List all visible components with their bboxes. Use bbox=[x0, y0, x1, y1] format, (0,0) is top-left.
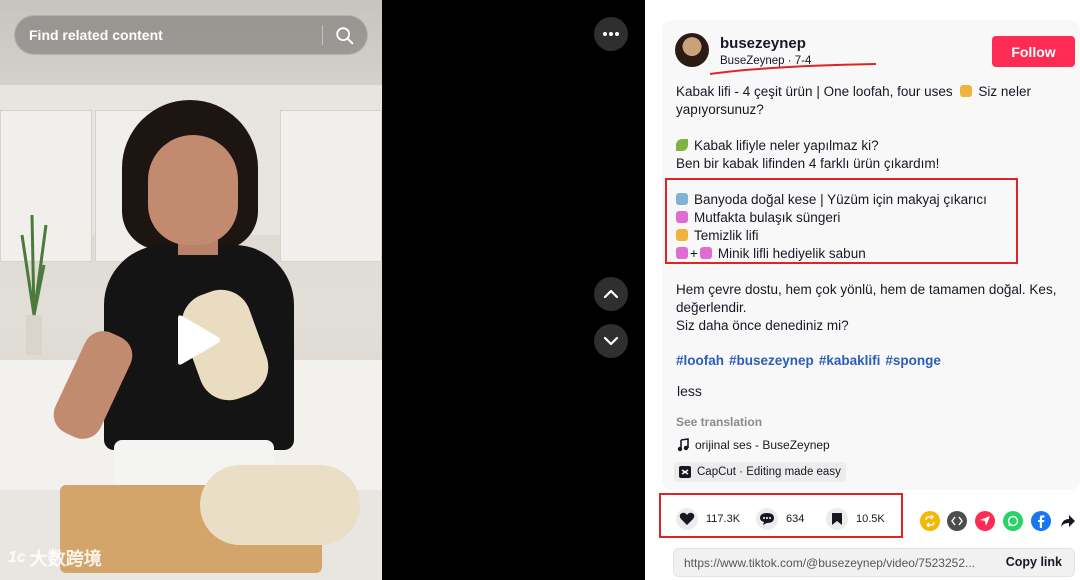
next-video-button[interactable] bbox=[594, 324, 628, 358]
annotation-box-list bbox=[665, 178, 1018, 264]
herb-icon bbox=[676, 139, 688, 151]
share-arrow-icon[interactable] bbox=[1058, 511, 1078, 531]
loofah-on-board bbox=[200, 465, 360, 545]
author-username[interactable]: busezeynep bbox=[720, 35, 806, 52]
search-divider bbox=[322, 25, 323, 45]
hashtag-link[interactable]: #busezeynep bbox=[729, 353, 814, 368]
music-row[interactable]: orijinal ses - BuseZeynep bbox=[677, 438, 830, 452]
description-outro-line2: değerlendir. bbox=[676, 300, 747, 315]
description-outro-line3: Siz daha önce denediniz mi? bbox=[676, 318, 849, 333]
search-input[interactable]: Find related content bbox=[29, 27, 163, 43]
play-icon[interactable] bbox=[172, 314, 222, 366]
capcut-tag[interactable]: CapCut · Editing made easy bbox=[674, 462, 846, 482]
music-label[interactable]: orijinal ses - BuseZeynep bbox=[695, 438, 830, 452]
annotation-box-stats bbox=[659, 493, 903, 538]
kitchen-cabinet bbox=[280, 110, 382, 262]
plant-decoration bbox=[20, 214, 48, 355]
more-options-button[interactable] bbox=[594, 17, 628, 51]
chevron-up-icon bbox=[603, 289, 619, 299]
repost-icon[interactable] bbox=[920, 511, 940, 531]
description-title-line2: yapıyorsunuz? bbox=[676, 102, 764, 117]
description-title: Kabak lifi - 4 çeşit ürün | One loofah, … bbox=[676, 83, 1031, 119]
description-outro: Hem çevre dostu, hem çok yönlü, hem de t… bbox=[676, 281, 1056, 335]
see-translation-link[interactable]: See translation bbox=[676, 415, 762, 429]
hashtag-link[interactable]: #loofah bbox=[676, 353, 724, 368]
description-question-line2: Ben bir kabak lifinden 4 farklı ürün çık… bbox=[676, 156, 940, 171]
whatsapp-icon[interactable] bbox=[1003, 511, 1023, 531]
search-icon[interactable] bbox=[334, 25, 356, 47]
hashtag-link[interactable]: #kabaklifi bbox=[819, 353, 881, 368]
sponge-icon bbox=[960, 85, 973, 97]
watermark: 1c 大数跨境 bbox=[8, 545, 102, 571]
hashtags: #loofah #busezeynep #kabaklifi #sponge bbox=[676, 353, 946, 368]
capcut-label[interactable]: CapCut · Editing made easy bbox=[697, 466, 841, 478]
description-outro-line1: Hem çevre dostu, hem çok yönlü, hem de t… bbox=[676, 282, 1057, 297]
capcut-icon bbox=[679, 466, 691, 478]
person-face bbox=[148, 135, 238, 245]
more-dots-icon bbox=[603, 32, 619, 36]
music-note-icon bbox=[677, 438, 689, 452]
watermark-text: 大数跨境 bbox=[29, 549, 102, 569]
description-question-line1: Kabak lifiyle neler yapılmaz ki? bbox=[694, 138, 879, 153]
previous-video-button[interactable] bbox=[594, 277, 628, 311]
video-player[interactable]: Find related content 1c 大数跨境 bbox=[0, 0, 382, 580]
embed-icon[interactable] bbox=[947, 511, 967, 531]
description-title-tail: Siz neler bbox=[978, 84, 1031, 99]
search-bar[interactable]: Find related content bbox=[14, 15, 368, 55]
description-title-line1: Kabak lifi - 4 çeşit ürün | One loofah, … bbox=[676, 84, 953, 99]
send-icon[interactable] bbox=[975, 511, 995, 531]
avatar[interactable] bbox=[675, 33, 709, 67]
follow-button[interactable]: Follow bbox=[992, 36, 1075, 67]
chevron-down-icon bbox=[603, 336, 619, 346]
annotation-underline bbox=[709, 63, 877, 75]
hashtag-link[interactable]: #sponge bbox=[885, 353, 941, 368]
video-url: https://www.tiktok.com/@busezeynep/video… bbox=[684, 556, 976, 570]
link-box: https://www.tiktok.com/@busezeynep/video… bbox=[673, 548, 1075, 577]
facebook-icon[interactable] bbox=[1031, 511, 1051, 531]
less-toggle[interactable]: less bbox=[677, 383, 702, 399]
watermark-logo: 1c bbox=[8, 549, 26, 566]
description-question: Kabak lifiyle neler yapılmaz ki? Ben bir… bbox=[676, 137, 939, 173]
copy-link-button[interactable]: Copy link bbox=[1006, 555, 1062, 569]
